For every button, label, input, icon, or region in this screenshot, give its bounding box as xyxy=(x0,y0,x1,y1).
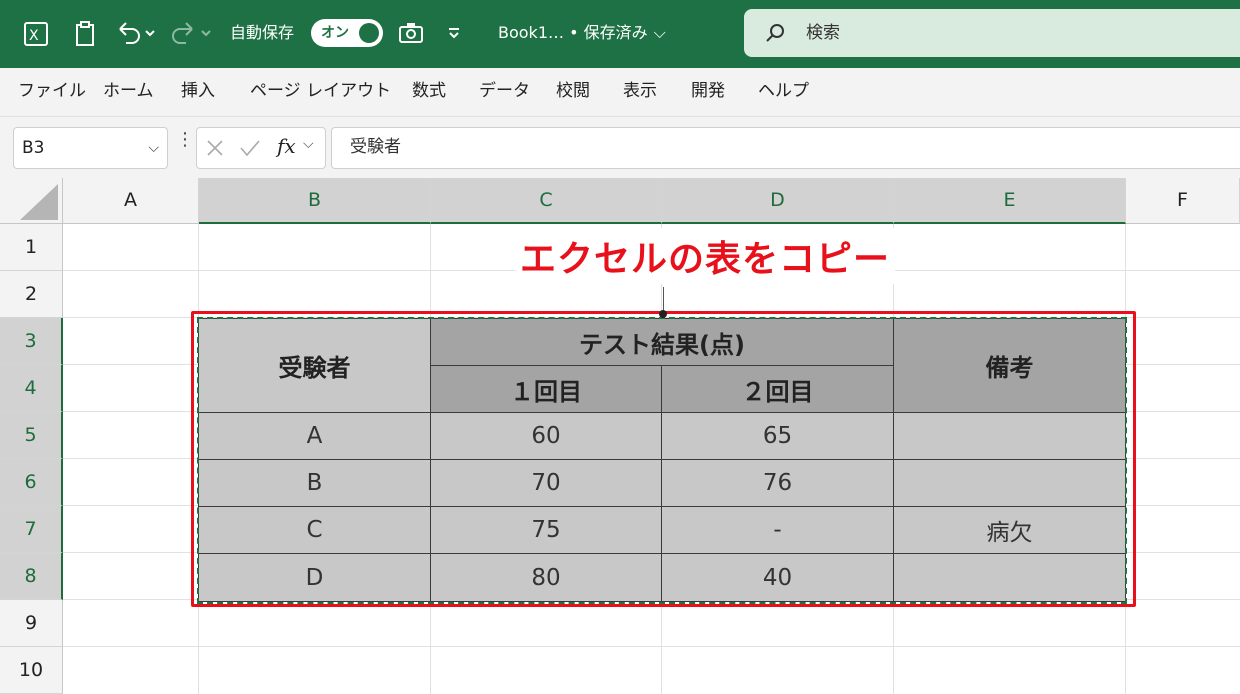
callout-anchor xyxy=(659,310,667,318)
column-header-d[interactable]: D xyxy=(662,178,894,224)
formula-value: 受験者 xyxy=(350,137,401,157)
tab-insert[interactable]: 挿入 xyxy=(181,68,215,116)
row-header-9[interactable]: 9 xyxy=(0,600,63,647)
excel-logo-icon[interactable]: X xyxy=(22,0,50,68)
search-placeholder: 検索 xyxy=(806,23,840,43)
row-header-1[interactable]: 1 xyxy=(0,224,63,271)
chevron-down-icon: ⌵ xyxy=(653,23,666,42)
tab-developer[interactable]: 開発 xyxy=(691,68,725,116)
gridline xyxy=(63,646,1240,647)
tab-help[interactable]: ヘルプ xyxy=(758,68,809,116)
name-box[interactable]: B3 ⌵ xyxy=(13,127,168,169)
document-title-text: Book1… • 保存済み xyxy=(498,23,648,42)
formula-controls: fx ⌵ xyxy=(196,127,326,169)
row-header-2[interactable]: 2 xyxy=(0,271,63,318)
column-header-c[interactable]: C xyxy=(431,178,662,224)
more-options-icon[interactable]: ⋮ xyxy=(176,129,194,150)
select-all-corner[interactable] xyxy=(0,178,63,224)
column-header-b[interactable]: B xyxy=(199,178,431,224)
autosave-toggle[interactable]: オン xyxy=(311,19,383,47)
undo-icon[interactable] xyxy=(116,0,156,68)
search-icon xyxy=(766,24,784,42)
row-header-7[interactable]: 7 xyxy=(0,506,63,553)
insert-function-button[interactable]: fx xyxy=(277,134,296,158)
tab-home[interactable]: ホーム xyxy=(103,68,154,116)
select-all-icon xyxy=(20,184,58,220)
tab-view[interactable]: 表示 xyxy=(623,68,657,116)
callout-label: エクセルの表をコピー xyxy=(515,228,895,284)
row-header-3[interactable]: 3 xyxy=(0,318,63,365)
tab-formulas[interactable]: 数式 xyxy=(412,68,446,116)
highlight-frame xyxy=(191,311,1136,607)
toggle-knob xyxy=(359,23,379,43)
formula-bar: B3 ⌵ ⋮ fx ⌵ 受験者 xyxy=(0,116,1240,178)
enter-icon[interactable] xyxy=(239,138,261,158)
search-box[interactable]: 検索 xyxy=(744,9,1240,57)
cancel-icon[interactable] xyxy=(205,138,225,158)
tab-review[interactable]: 校閲 xyxy=(556,68,590,116)
row-header-10[interactable]: 10 xyxy=(0,647,63,694)
column-header-a[interactable]: A xyxy=(63,178,199,224)
row-header-8[interactable]: 8 xyxy=(0,553,63,600)
chevron-down-icon[interactable]: ⌵ xyxy=(303,136,314,152)
row-header-4[interactable]: 4 xyxy=(0,365,63,412)
document-title[interactable]: Book1… • 保存済み ⌵ xyxy=(498,0,666,68)
row-header-5[interactable]: 5 xyxy=(0,412,63,459)
autosave-state: オン xyxy=(321,25,349,41)
customize-toolbar-icon[interactable] xyxy=(447,0,461,68)
svg-text:X: X xyxy=(29,28,39,44)
autosave-label: 自動保存 xyxy=(230,23,295,42)
row-header-6[interactable]: 6 xyxy=(0,459,63,506)
tab-file[interactable]: ファイル xyxy=(18,68,86,116)
camera-icon[interactable] xyxy=(398,0,424,68)
tab-data[interactable]: データ xyxy=(479,68,530,116)
clipboard-icon[interactable] xyxy=(74,0,98,68)
ribbon-tabs: ファイル ホーム 挿入 ページ レイアウト 数式 データ 校閲 表示 開発 ヘル… xyxy=(0,68,1240,116)
column-header-f[interactable]: F xyxy=(1126,178,1240,224)
tab-page-layout[interactable]: ページ レイアウト xyxy=(250,68,391,116)
title-bar: X 自動保存 オン Book1… • 保存済み ⌵ 検索 xyxy=(0,0,1240,68)
chevron-down-icon[interactable]: ⌵ xyxy=(148,128,159,168)
column-header-e[interactable]: E xyxy=(894,178,1126,224)
name-box-value: B3 xyxy=(22,138,45,158)
redo-icon[interactable] xyxy=(172,0,212,68)
formula-input[interactable]: 受験者 xyxy=(331,127,1240,169)
